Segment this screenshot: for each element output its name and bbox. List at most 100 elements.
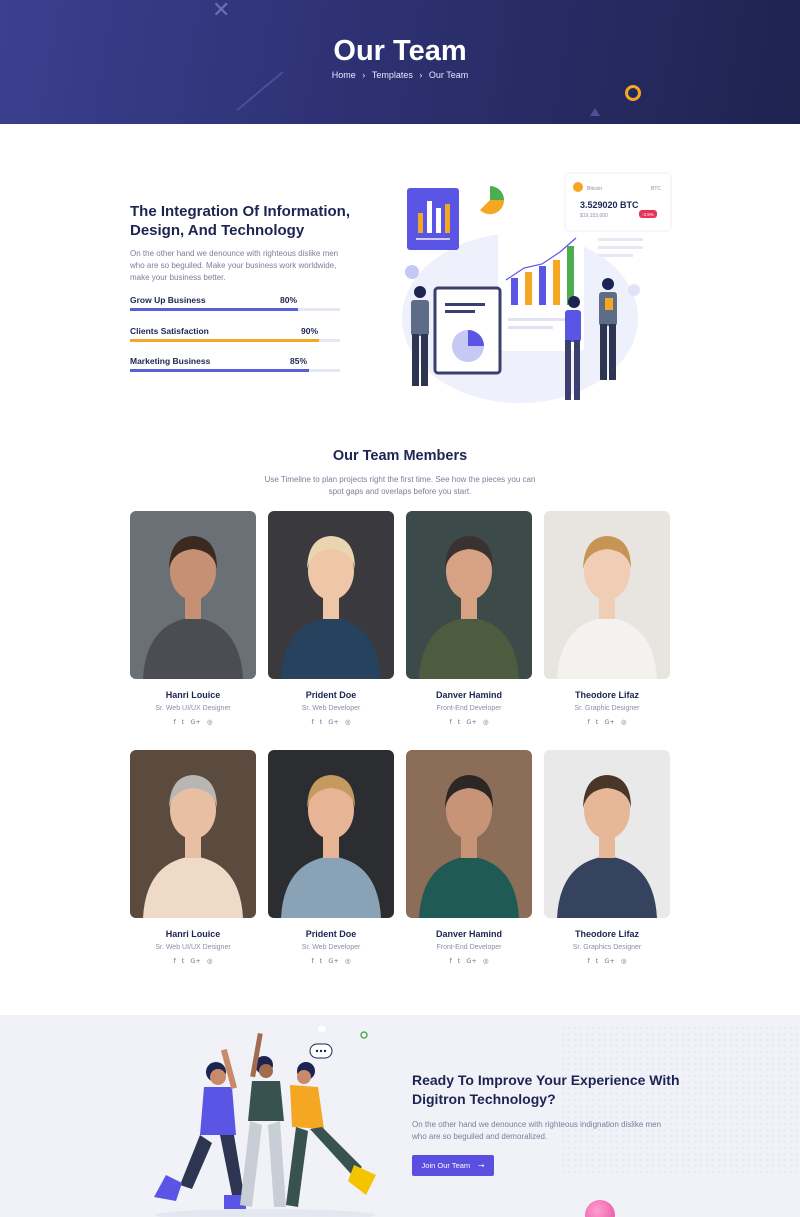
join-our-team-button[interactable]: Join Our Team → (412, 1155, 494, 1176)
facebook-icon[interactable]: f (311, 718, 313, 726)
team-member-role: Sr. Web Developer (301, 944, 361, 951)
instagram-icon[interactable]: ◎ (621, 718, 627, 726)
social-links: f t G+ ◎ (544, 957, 670, 965)
social-links: f t G+ ◎ (130, 957, 256, 965)
crypto-coin-label: Bitcoin (587, 186, 602, 192)
team-member-role: Front-End Developer (436, 944, 502, 951)
skill-track (130, 308, 340, 311)
google-plus-icon[interactable]: G+ (328, 718, 338, 726)
facebook-icon[interactable]: f (587, 957, 589, 965)
skill-bar-marketing-business: Marketing Business 85% (130, 356, 340, 372)
skill-percent: 90% (301, 326, 319, 336)
instagram-icon[interactable]: ◎ (483, 718, 489, 726)
team-member-role: Front-End Developer (436, 705, 502, 712)
team-section-subtitle: Use Timeline to plan projects right the … (264, 475, 536, 496)
google-plus-icon[interactable]: G+ (604, 957, 614, 965)
instagram-icon[interactable]: ◎ (207, 718, 213, 726)
google-plus-icon[interactable]: G+ (466, 957, 476, 965)
crypto-symbol-label: BTC (651, 186, 661, 192)
skill-fill (130, 308, 298, 311)
person-right (602, 278, 614, 290)
twitter-icon[interactable]: t (596, 957, 599, 965)
twitter-icon[interactable]: t (320, 957, 323, 965)
twitter-icon[interactable]: t (458, 957, 461, 965)
team-member-photo[interactable] (130, 511, 256, 679)
team-member-role: Sr. Web Developer (301, 705, 361, 712)
team-member-role: Sr. Graphic Designer (574, 705, 640, 712)
breadcrumb-home-link[interactable]: Home (332, 70, 356, 80)
breadcrumb-templates-link[interactable]: Templates (372, 70, 413, 80)
team-member-name[interactable]: Danver Hamind (406, 690, 532, 700)
facebook-icon[interactable]: f (449, 957, 451, 965)
join-button-label: Join Our Team (421, 1161, 471, 1170)
breadcrumb: Home › Templates › Our Team (0, 70, 800, 80)
person-left (414, 286, 426, 298)
skill-percent: 85% (290, 356, 308, 366)
skill-bar-clients-satisfaction: Clients Satisfaction 90% (130, 326, 340, 342)
team-section-title: Our Team Members (332, 448, 468, 464)
team-member-photo[interactable] (268, 511, 394, 679)
skill-fill (130, 339, 319, 342)
integration-description: On the other hand we denounce with right… (130, 249, 339, 282)
team-member-name[interactable]: Hanri Louice (130, 690, 256, 700)
instagram-icon[interactable]: ◎ (483, 957, 489, 965)
business-analytics-illustration: Bitcoin BTC 3.529020 BTC $19,153,000 -3.… (402, 172, 672, 403)
cta-title: Ready To Improve Your Experience With Di… (412, 1072, 680, 1107)
team-member-name[interactable]: Danver Hamind (406, 929, 532, 939)
social-links: f t G+ ◎ (130, 718, 256, 726)
team-member-role: Sr. Web UI/UX Designer (155, 944, 231, 951)
social-links: f t G+ ◎ (268, 718, 394, 726)
instagram-icon[interactable]: ◎ (621, 957, 627, 965)
twitter-icon[interactable]: t (182, 957, 185, 965)
twitter-icon[interactable]: t (458, 718, 461, 726)
team-member-name[interactable]: Theodore Lifaz (544, 690, 670, 700)
team-member-name[interactable]: Theodore Lifaz (544, 929, 670, 939)
team-member-name[interactable]: Hanri Louice (130, 929, 256, 939)
facebook-icon[interactable]: f (173, 718, 175, 726)
page-header: ✕ Our Team Home › Templates › Our Team (0, 0, 800, 124)
twitter-icon[interactable]: t (320, 718, 323, 726)
twitter-icon[interactable]: t (182, 718, 185, 726)
social-links: f t G+ ◎ (544, 718, 670, 726)
team-high-five-illustration (154, 1026, 376, 1217)
bar-chart-card (407, 188, 459, 250)
team-member-photo[interactable] (406, 511, 532, 679)
team-member-photo[interactable] (268, 750, 394, 918)
google-plus-icon[interactable]: G+ (466, 718, 476, 726)
skill-fill (130, 369, 309, 372)
instagram-icon[interactable]: ◎ (345, 718, 351, 726)
instagram-icon[interactable]: ◎ (207, 957, 213, 965)
breadcrumb-separator-icon: › (362, 70, 366, 80)
team-member-name[interactable]: Prident Doe (268, 929, 394, 939)
twitter-icon[interactable]: t (596, 718, 599, 726)
page-title: Our Team (333, 35, 467, 67)
person-middle (568, 296, 580, 308)
skill-track (130, 369, 340, 372)
breadcrumb-current: Our Team (428, 70, 469, 80)
decorative-x-icon: ✕ (212, 0, 231, 23)
skill-percent: 80% (280, 295, 298, 305)
instagram-icon[interactable]: ◎ (345, 957, 351, 965)
team-member-photo[interactable] (130, 750, 256, 918)
team-member-role: Sr. Graphics Designer (572, 944, 642, 951)
decorative-triangle-icon (590, 108, 600, 116)
facebook-icon[interactable]: f (311, 957, 313, 965)
google-plus-icon[interactable]: G+ (328, 957, 338, 965)
facebook-icon[interactable]: f (449, 718, 451, 726)
arrow-right-icon: → (478, 1161, 485, 1170)
social-links: f t G+ ◎ (268, 957, 394, 965)
google-plus-icon[interactable]: G+ (190, 957, 200, 965)
facebook-icon[interactable]: f (173, 957, 175, 965)
google-plus-icon[interactable]: G+ (604, 718, 614, 726)
team-member-photo[interactable] (406, 750, 532, 918)
skill-bar-grow-up-business: Grow Up Business 80% (130, 295, 340, 311)
team-member-name[interactable]: Prident Doe (268, 690, 394, 700)
skill-label: Grow Up Business (130, 295, 206, 305)
crypto-value: 3.529020 BTC (580, 200, 639, 210)
facebook-icon[interactable]: f (587, 718, 589, 726)
skill-track (130, 339, 340, 342)
team-member-photo[interactable] (544, 511, 670, 679)
skill-label: Marketing Business (130, 356, 211, 366)
team-member-photo[interactable] (544, 750, 670, 918)
google-plus-icon[interactable]: G+ (190, 718, 200, 726)
